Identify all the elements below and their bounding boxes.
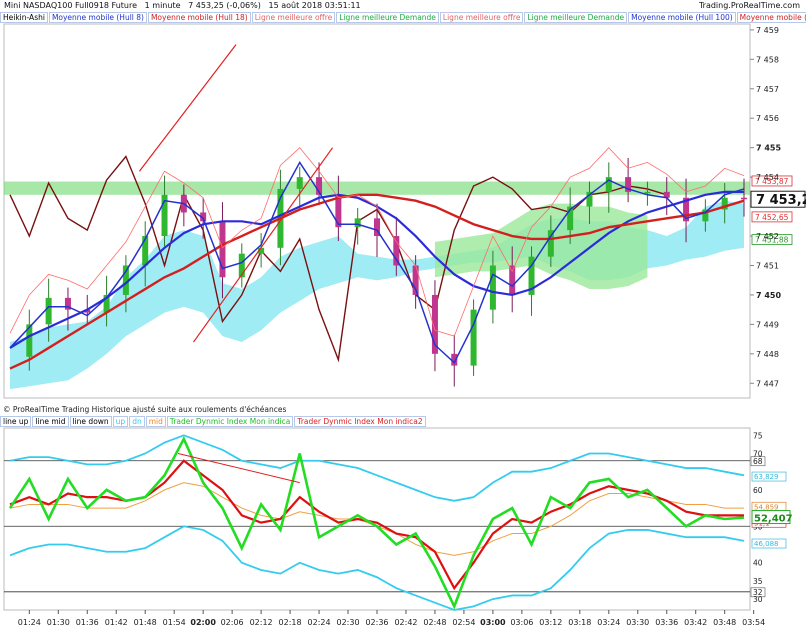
indicator-tick-label: 40: [753, 559, 763, 568]
price-tick-label: 7 447: [756, 379, 779, 388]
candle-body: [393, 236, 400, 266]
axes: 01:24 01:30 01:36 01:42 01:48 01:54 02:00 02:06…: [18, 610, 765, 627]
legend-indicator-3[interactable]: up: [112, 416, 129, 427]
time-tick-label: 02:24: [308, 618, 331, 627]
indicator-tick-label: 60: [753, 486, 763, 495]
price-tick-label: 7 452: [756, 232, 779, 241]
legend-indicator-5[interactable]: mid: [145, 416, 166, 427]
price-tick-label: 7 455: [756, 144, 781, 153]
price-tick-label: 7 456: [756, 114, 779, 123]
copyright-note: © ProRealTime Trading Historique ajusté …: [3, 405, 287, 414]
time-tick-label: 03:06: [510, 618, 533, 627]
time-tick-label: 01:30: [47, 618, 70, 627]
time-tick-label: 03:42: [684, 618, 707, 627]
current-price-main: 7 453,2: [756, 193, 806, 208]
candle-body: [489, 265, 496, 310]
price-tick-label: 7 451: [756, 261, 779, 270]
time-tick-label: 02:48: [423, 618, 446, 627]
tdi-current-label: 52,407: [754, 514, 793, 525]
time-tick-label: 02:00: [190, 618, 216, 627]
indicator-plot-area: [3, 427, 751, 611]
legend-indicator-2[interactable]: line down: [69, 416, 112, 427]
time-tick-label: 02:18: [279, 618, 302, 627]
indicator-tick-label: 75: [753, 431, 763, 440]
legend-indicator-6[interactable]: Trader Dynmic Index Mon indica: [166, 416, 294, 427]
price-tick-label: 7 457: [756, 85, 779, 94]
time-tick-label: 02:36: [365, 618, 388, 627]
indicator-panel: 757068605550454035323063,82954,85951,146…: [3, 427, 793, 611]
time-tick-label: 02:06: [221, 618, 244, 627]
time-tick-label: 02:30: [336, 618, 359, 627]
price-tick-label: 7 458: [756, 55, 779, 64]
time-tick-label: 02:42: [394, 618, 417, 627]
time-tick-label: 03:54: [742, 618, 765, 627]
candle-body: [45, 297, 52, 325]
price-panel: 7 453,257 453,877 452,657 451,887 4597 4…: [3, 23, 806, 399]
price-tick-label: 7 450: [756, 291, 781, 300]
time-tick-label: 03:00: [480, 618, 506, 627]
time-tick-label: 03:18: [568, 618, 591, 627]
price-level-label: 7 452,65: [755, 213, 789, 222]
time-tick-label: 03:36: [655, 618, 678, 627]
candle-body: [644, 191, 651, 194]
indicator-value-label: 46,088: [754, 540, 779, 548]
time-tick-label: 01:54: [163, 618, 186, 627]
candle-body: [509, 265, 516, 295]
time-tick-label: 01:36: [76, 618, 99, 627]
legend-indicator: line up line mid line down up dn mid Trader Dy…: [0, 416, 427, 427]
indicator-tick-label: 30: [753, 595, 763, 604]
time-tick-label: 01:42: [105, 618, 128, 627]
time-tick-label: 03:24: [597, 618, 620, 627]
legend-indicator-0[interactable]: line up: [0, 416, 32, 427]
price-tick-label: 7 449: [756, 320, 779, 329]
time-tick-label: 03:12: [539, 618, 562, 627]
price-tick-label: 7 454: [756, 173, 779, 182]
indicator-tick-label: 35: [753, 577, 763, 586]
chart-canvas: 7 453,257 453,877 452,657 451,887 4597 4…: [3, 23, 806, 627]
candle-body: [741, 197, 747, 200]
candle-body: [296, 177, 303, 189]
time-tick-label: 03:30: [626, 618, 649, 627]
time-tick-label: 02:54: [452, 618, 475, 627]
price-tick-label: 7 459: [756, 26, 779, 35]
indicator-tick-label: 68: [753, 457, 763, 466]
legend-indicator-7[interactable]: Trader Dynmic Index Mon indica2: [294, 416, 426, 427]
candle-body: [142, 236, 149, 266]
current-price-label: 7 453,25: [756, 193, 806, 208]
time-tick-label: 02:12: [250, 618, 273, 627]
legend-indicator-4[interactable]: dn: [129, 416, 145, 427]
price-tick-label: 7 448: [756, 350, 779, 359]
indicator-value-label: 63,829: [754, 473, 779, 481]
time-tick-label: 03:48: [713, 618, 736, 627]
candle-body: [354, 218, 361, 228]
candle-body: [335, 194, 342, 228]
legend-indicator-1[interactable]: line mid: [32, 416, 69, 427]
time-tick-label: 01:48: [134, 618, 157, 627]
time-tick-label: 01:24: [18, 618, 41, 627]
